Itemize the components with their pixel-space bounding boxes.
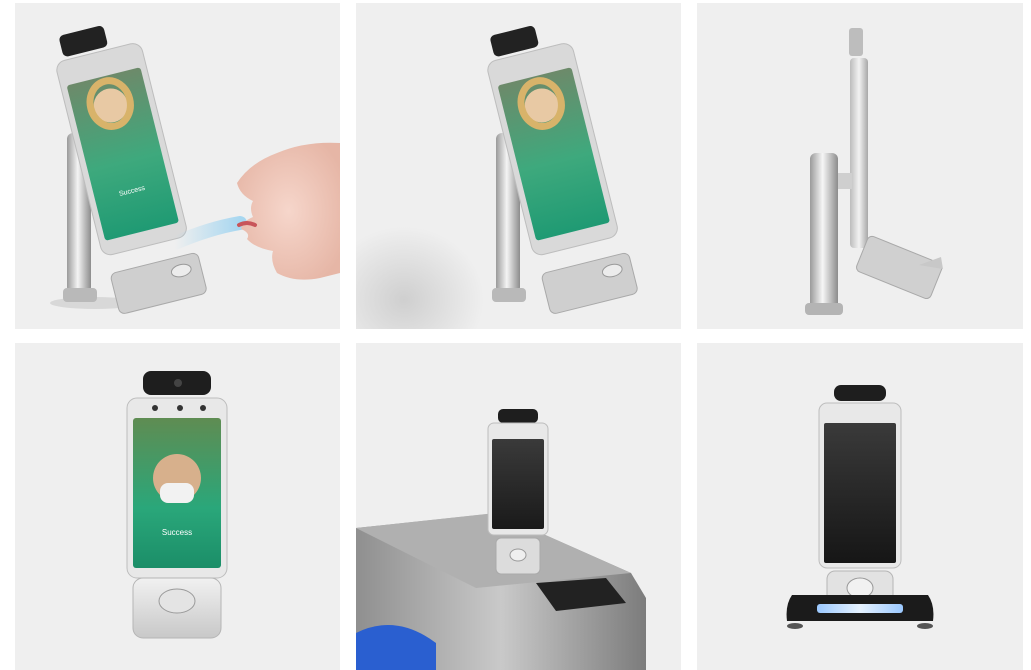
photo-tile-device-side bbox=[356, 3, 681, 329]
device-side-illustration bbox=[356, 26, 638, 329]
device-profile-illustration bbox=[805, 28, 943, 315]
svg-text:Success: Success bbox=[162, 528, 192, 537]
device-desktop-illustration bbox=[786, 385, 934, 629]
device-breath-illustration: Success bbox=[50, 26, 340, 314]
photo-tile-device-front: Success bbox=[15, 343, 340, 670]
device-front-illustration: Success bbox=[126, 371, 228, 639]
photo-tile-device-desktop bbox=[697, 343, 1023, 670]
photo-tile-device-breath-test: Success bbox=[15, 3, 340, 329]
photo-tile-device-turnstile bbox=[356, 343, 681, 670]
photo-tile-device-profile bbox=[697, 3, 1023, 329]
device-turnstile-illustration bbox=[356, 409, 646, 670]
